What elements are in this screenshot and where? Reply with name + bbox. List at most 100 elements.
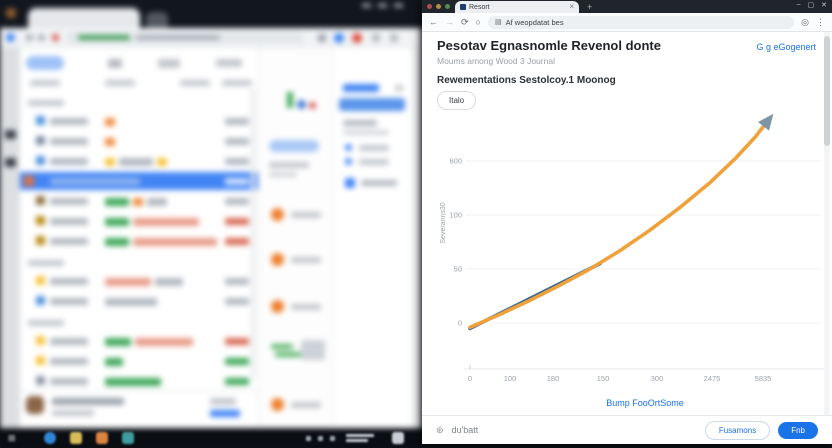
scrollbar-thumb[interactable] — [824, 36, 830, 146]
profile-icon[interactable]: ◎ — [801, 17, 809, 27]
reload-icon[interactable]: ⟳ — [461, 17, 469, 27]
tab-close-icon[interactable]: × — [569, 3, 574, 11]
blur-decor — [343, 120, 377, 126]
blur-decor — [52, 398, 124, 405]
browser-tab[interactable]: Resort × — [455, 1, 579, 13]
blur-decor — [309, 102, 316, 109]
row-amount-bar — [225, 338, 249, 345]
blurred-maximize-icon[interactable] — [378, 4, 387, 7]
blur-decor — [105, 378, 161, 386]
row-amount-bar — [225, 138, 249, 145]
row-icon — [36, 116, 45, 125]
orange-badge-icon — [271, 398, 284, 411]
blur-decor — [50, 378, 88, 385]
page-scrollbar[interactable] — [824, 32, 830, 415]
url-text: Af weopdatat bes — [505, 17, 564, 27]
blur-decor — [50, 358, 88, 365]
header-account-link[interactable]: G g eGogenert — [756, 42, 816, 52]
blur-decor — [20, 390, 258, 391]
window-maximize-icon[interactable]: ▢ — [808, 1, 815, 9]
panel-selected-item — [339, 98, 405, 111]
blur-decor — [105, 358, 123, 366]
blurred-app-logo — [6, 33, 15, 42]
blurred-browser-tab[interactable] — [28, 8, 140, 30]
home-icon[interactable]: ○ — [476, 17, 481, 27]
blur-decor — [108, 59, 122, 68]
chart-source-link[interactable]: Bump FooOrtSome — [470, 398, 820, 408]
taskbar-clock[interactable] — [346, 434, 374, 437]
site-info-icon[interactable]: ▤ — [495, 18, 502, 26]
y-tick-label: 100 — [449, 211, 462, 220]
blur-decor — [275, 352, 301, 357]
blur-decor — [50, 218, 88, 225]
taskbar-app-yellow-icon[interactable] — [70, 432, 82, 444]
desktop-app-icon[interactable] — [6, 8, 16, 18]
tray-icon-2[interactable] — [318, 436, 323, 441]
blurred-link-bar — [210, 410, 240, 417]
y-axis-title: Severanns30 — [440, 202, 447, 243]
traffic-zoom-icon[interactable] — [445, 4, 450, 9]
window-minimize-icon[interactable]: – — [797, 1, 801, 9]
rail-icon — [5, 158, 16, 167]
window-close-icon[interactable]: ✕ — [821, 1, 827, 9]
row-amount-bar — [225, 198, 249, 205]
browser-toolbar: ← → ⟳ ○ ▤ Af weopdatat bes ◎ ⋮ — [422, 13, 832, 32]
address-bar[interactable]: ▤ Af weopdatat bes — [487, 15, 795, 29]
blur-decor — [105, 278, 151, 286]
list-scrollbar — [251, 88, 255, 378]
browser-window: Resort × + – ▢ ✕ ← → ⟳ ○ ▤ Af weopdatat … — [422, 0, 832, 444]
taskbar-app-orange-icon[interactable] — [96, 432, 108, 444]
blur-decor — [155, 278, 183, 286]
start-button-icon[interactable]: ⊞ — [8, 433, 16, 443]
blur-decor — [225, 178, 249, 185]
taskbar-app-teal-icon[interactable] — [122, 432, 134, 444]
row-amount-bar — [225, 378, 249, 385]
secondary-action-button[interactable]: Fusamons — [704, 420, 771, 440]
blur-decor — [343, 130, 389, 135]
x-tick-label: 0 — [468, 374, 472, 383]
orange-badge-icon — [271, 208, 284, 221]
taskbar-date — [346, 439, 368, 442]
row-amount-bar — [225, 278, 249, 285]
blur-decor — [216, 59, 242, 67]
x-tick-label: 150 — [597, 374, 610, 383]
mini-chart-bar — [287, 92, 293, 108]
forward-icon[interactable]: → — [445, 17, 454, 27]
blur-decor — [291, 304, 321, 310]
taskbar-app-blue-icon[interactable] — [44, 432, 56, 444]
blur-decor — [50, 278, 88, 285]
column-header-bar — [105, 80, 135, 86]
blur-decor — [395, 85, 403, 91]
selected-row — [20, 172, 258, 190]
blurred-window-body[interactable] — [0, 28, 422, 428]
blur-decor — [105, 238, 129, 246]
primary-action-button[interactable]: Fnb — [778, 421, 818, 439]
row-amount-bar — [225, 298, 249, 305]
blurred-compose-button — [26, 56, 64, 70]
blur-decor — [38, 35, 45, 40]
blurred-detail-panel — [258, 48, 332, 428]
blurred-close-icon[interactable] — [394, 4, 403, 7]
blurred-app-window[interactable] — [0, 0, 422, 430]
row-amount-bar — [225, 358, 249, 365]
footer-settings-icon[interactable]: ⊛ — [436, 425, 444, 436]
y-tick-label: 600 — [449, 157, 462, 166]
row-icon — [36, 136, 45, 145]
traffic-minimize-icon[interactable] — [436, 4, 441, 9]
traffic-close-icon[interactable] — [427, 4, 432, 9]
browser-menu-icon[interactable]: ⋮ — [816, 17, 825, 27]
blur-decor — [52, 34, 59, 41]
tray-icon-1[interactable] — [306, 436, 311, 441]
y-tick-label: 0 — [458, 319, 462, 328]
blur-decor — [78, 35, 130, 40]
tray-keyboard-icon[interactable] — [392, 432, 404, 444]
new-tab-button[interactable]: + — [587, 2, 592, 12]
blurred-minimize-icon[interactable] — [362, 4, 371, 7]
back-icon[interactable]: ← — [429, 17, 438, 27]
table-row — [20, 352, 258, 370]
orange-badge-icon — [271, 300, 284, 313]
blur-decor — [334, 33, 344, 43]
blur-decor — [24, 176, 34, 186]
page-subtitle: Moums among Wood 3 Journal — [437, 56, 555, 66]
tray-icon-3[interactable] — [330, 436, 335, 441]
